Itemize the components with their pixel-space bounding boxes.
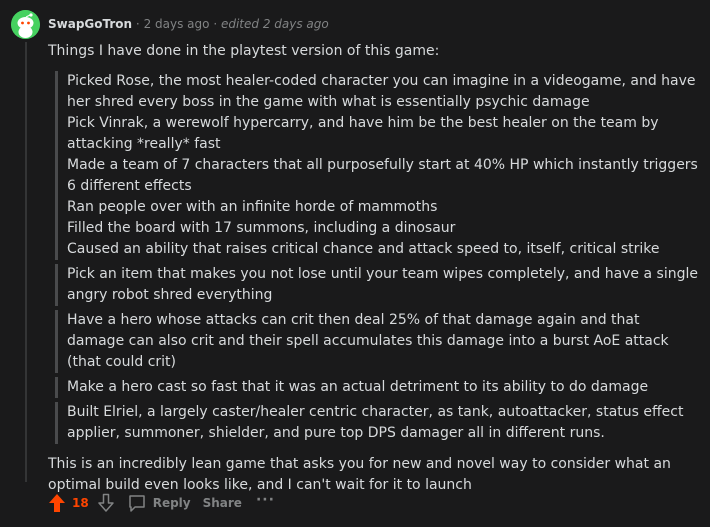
quote-line: Make a hero cast so fast that it was an … [67,379,649,395]
snoo-avatar-icon [11,10,40,39]
edited-label: edited 2 days ago [220,17,329,31]
comment-header: SwapGoTron · 2 days ago · edited 2 days … [48,15,329,33]
arrow-up-icon [49,494,65,512]
comment-actions: 18 Reply Share ··· [46,490,275,516]
quote-line: Caused an ability that raises critical c… [67,241,660,257]
reply-button[interactable]: Reply [127,493,191,513]
quote-line: Made a team of 7 characters that all pur… [67,157,698,194]
thread-line[interactable] [25,42,27,482]
comment: SwapGoTron · 2 days ago · edited 2 days … [0,0,710,527]
downvote-button[interactable] [95,491,117,515]
blockquote: Built Elriel, a largely caster/healer ce… [55,402,698,444]
speech-bubble-icon [128,495,145,512]
quote-line: Pick Vinrak, a werewolf hypercarry, and … [67,115,659,152]
blockquote: Pick an item that makes you not lose unt… [55,264,698,306]
comment-intro: Things I have done in the playtest versi… [48,43,440,59]
upvote-button[interactable] [46,491,68,515]
quote-line: Have a hero whose attacks can crit then … [67,312,669,370]
avatar[interactable] [11,10,40,39]
reply-label: Reply [152,496,191,510]
comment-body: Things I have done in the playtest versi… [48,41,698,496]
blockquote: Make a hero cast so fast that it was an … [55,377,698,398]
quote-line: Ran people over with an infinite horde o… [67,199,438,215]
blockquote: Have a hero whose attacks can crit then … [55,310,698,373]
more-options-button[interactable]: ··· [256,492,275,508]
share-button[interactable]: Share [203,496,242,510]
quote-line: Built Elriel, a largely caster/healer ce… [67,404,684,441]
vote-score: 18 [72,496,89,510]
comment-age[interactable]: 2 days ago [144,17,210,31]
separator: · [135,17,140,31]
arrow-down-icon [97,493,114,512]
separator: · [213,17,218,31]
blockquote: Picked Rose, the most healer-coded chara… [55,71,698,260]
quote-line: Picked Rose, the most healer-coded chara… [67,73,696,110]
quote-line: Pick an item that makes you not lose unt… [67,266,698,303]
author-name[interactable]: SwapGoTron [48,17,132,31]
quote-line: Filled the board with 17 summons, includ… [67,220,456,236]
